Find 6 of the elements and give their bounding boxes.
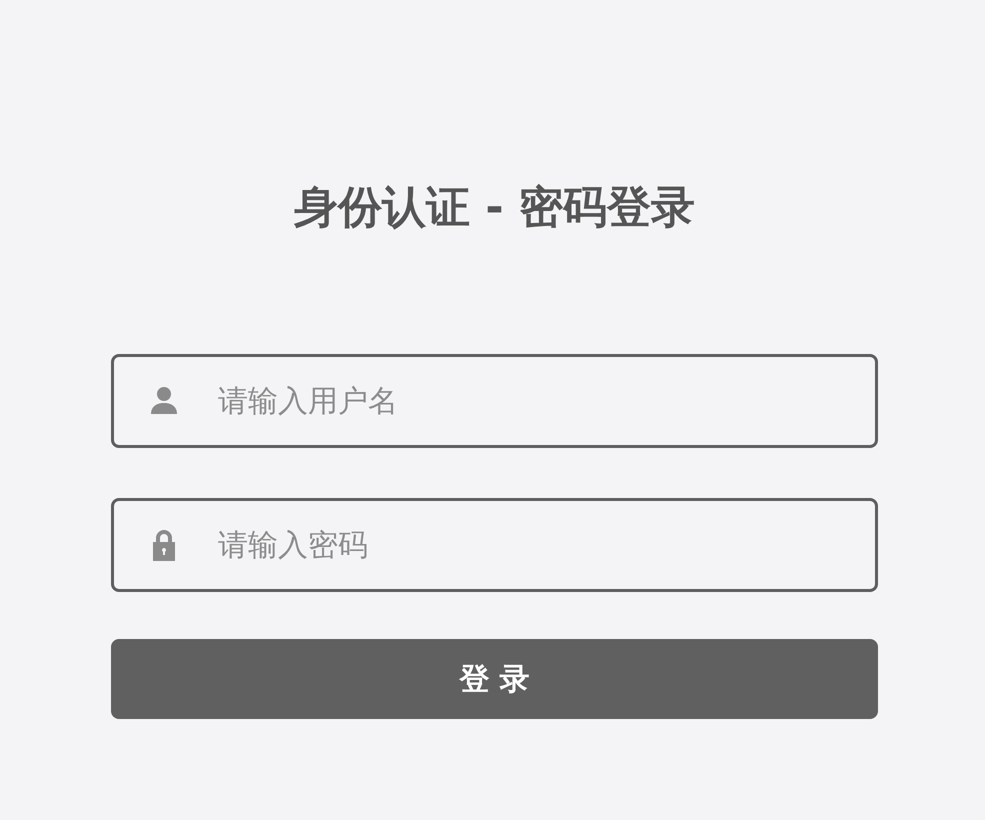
- password-field[interactable]: 请输入密码: [111, 498, 878, 592]
- user-icon: [150, 386, 178, 416]
- page-title: 身份认证 - 密码登录: [293, 181, 696, 235]
- lock-icon: [151, 529, 177, 561]
- login-button[interactable]: 登 录: [111, 639, 878, 719]
- username-field[interactable]: 请输入用户名: [111, 354, 878, 448]
